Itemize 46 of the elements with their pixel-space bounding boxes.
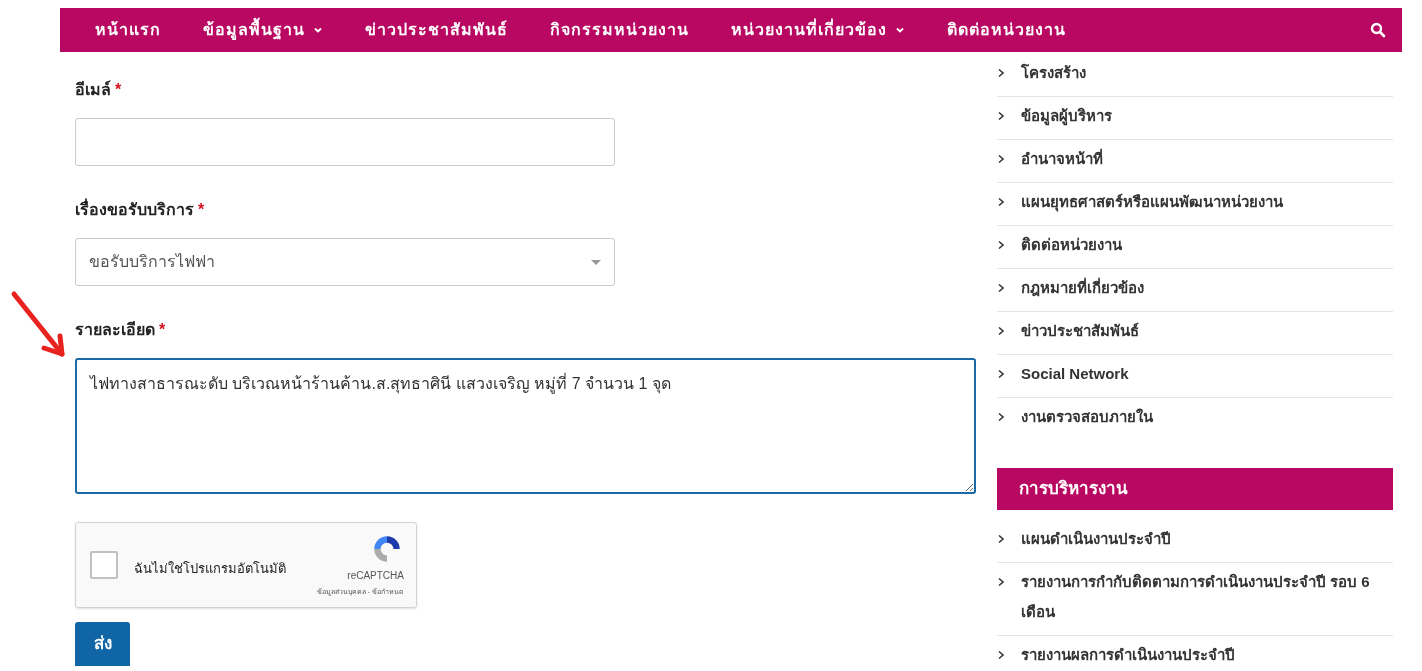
sidebar-link[interactable]: งานตรวจสอบภายใน xyxy=(997,398,1393,440)
sidebar-link[interactable]: โครงสร้าง xyxy=(997,54,1393,97)
search-icon[interactable] xyxy=(1370,22,1386,38)
service-select[interactable]: ขอรับบริการไฟฟา xyxy=(75,238,615,286)
nav-link[interactable]: หน้าแรก xyxy=(95,18,161,42)
captcha-checkbox[interactable] xyxy=(90,551,118,579)
submit-button[interactable]: ส่ง xyxy=(75,622,130,666)
chevron-right-icon xyxy=(997,650,1005,660)
sidebar-link[interactable]: แผนยุทธศาสตร์หรือแผนพัฒนาหน่วยงาน xyxy=(997,183,1393,226)
required-mark: * xyxy=(115,80,122,100)
chevron-right-icon xyxy=(997,283,1005,293)
nav-link[interactable]: หน่วยงานที่เกี่ยวข้อง xyxy=(731,18,905,42)
field-label: รายละเอียด xyxy=(75,320,155,340)
sidebar-link[interactable]: ข่าวประชาสัมพันธ์ xyxy=(997,312,1393,355)
sidebar-link[interactable]: อำนาจหน้าที่ xyxy=(997,140,1393,183)
nav-link[interactable]: ข้อมูลพื้นฐาน xyxy=(203,18,323,42)
field-label: อีเมล์ xyxy=(75,79,111,100)
chevron-right-icon xyxy=(997,412,1005,422)
details-field[interactable]: ไฟทางสาธารณะดับ บริเวณหน้าร้านค้าน.ส.สุทธาศินี แสวงเจริญ หมู่ที่ 7 จำนวน 1 จุด xyxy=(75,358,976,494)
chevron-right-icon xyxy=(997,577,1005,587)
section-header: การบริหารงาน xyxy=(997,468,1393,510)
nav-link[interactable]: ติดต่อหน่วยงาน xyxy=(947,18,1066,42)
sidebar-link[interactable]: รายงานการกำกับติดตามการดำเนินงานประจำปี รอบ 6 เดือน xyxy=(997,563,1393,636)
recaptcha-brand: reCAPTCHA xyxy=(347,569,404,584)
chevron-right-icon xyxy=(997,197,1005,207)
chevron-right-icon xyxy=(997,369,1005,379)
caret-icon xyxy=(591,259,601,265)
field-label: เรื่องขอรับบริการ xyxy=(75,198,194,222)
nav-link[interactable]: กิจกรรมหน่วยงาน xyxy=(550,18,689,42)
chevron-right-icon xyxy=(997,154,1005,164)
sidebar-link[interactable]: แผนดำเนินงานประจำปี xyxy=(997,520,1393,563)
sidebar-link[interactable]: กฎหมายที่เกี่ยวข้อง xyxy=(997,269,1393,312)
required-mark: * xyxy=(159,320,166,340)
chevron-right-icon xyxy=(997,240,1005,250)
chevron-right-icon xyxy=(997,111,1005,121)
required-mark: * xyxy=(198,200,205,220)
sidebar-link[interactable]: รายงานผลการดำเนินงานประจำปี xyxy=(997,636,1393,671)
chevron-right-icon xyxy=(997,534,1005,544)
chevron-right-icon xyxy=(997,326,1005,336)
chevron-right-icon xyxy=(997,68,1005,78)
sidebar-link[interactable]: ข้อมูลผู้บริหาร xyxy=(997,97,1393,140)
captcha-label: ฉันไม่ใช่โปรแกรมอัตโนมัติ xyxy=(134,560,286,579)
email-field[interactable] xyxy=(75,118,615,166)
sidebar-link[interactable]: Social Network xyxy=(997,355,1393,398)
sidebar-link[interactable]: ติดต่อหน่วยงาน xyxy=(997,226,1393,269)
nav-link[interactable]: ข่าวประชาสัมพันธ์ xyxy=(365,18,508,42)
